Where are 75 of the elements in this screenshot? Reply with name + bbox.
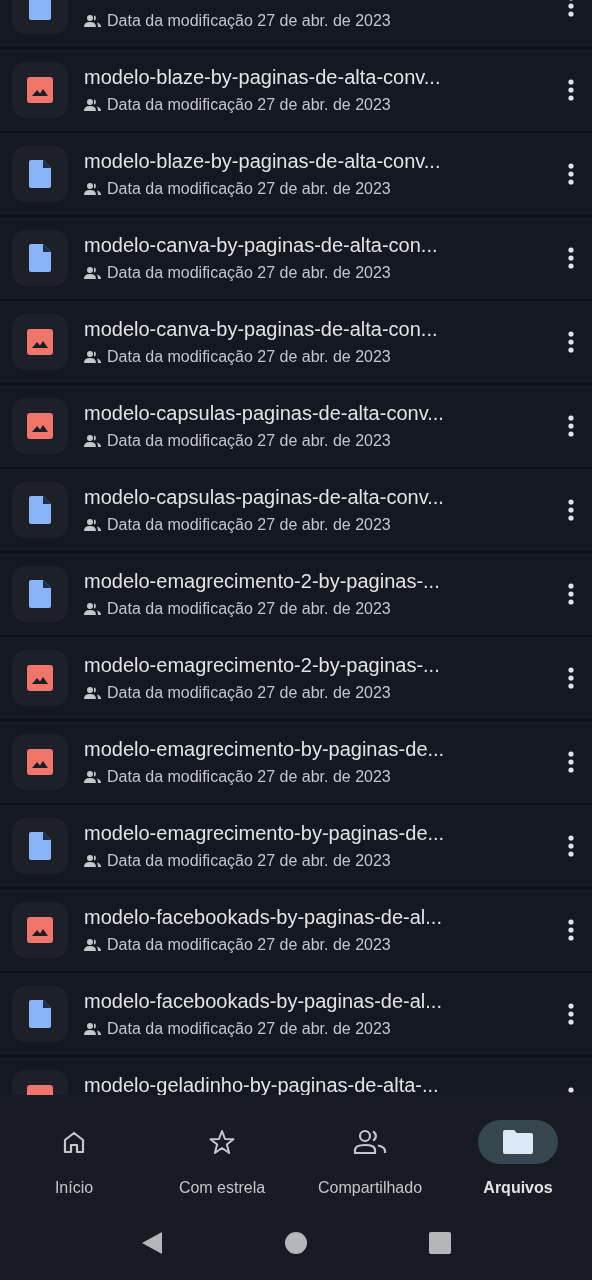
modified-date: Data da modificação 27 de abr. de 2023 [107, 263, 391, 283]
shared-icon [84, 519, 101, 531]
file-name: modelo-capsulas-paginas-de-alta-conv... [84, 401, 445, 425]
back-icon[interactable] [141, 1230, 163, 1255]
modified-date: Data da modificação 27 de abr. de 2023 [107, 179, 391, 199]
more-options-icon[interactable] [568, 1003, 574, 1025]
folder-icon [503, 1130, 533, 1154]
home-button-icon[interactable] [285, 1231, 307, 1254]
document-file-icon [29, 160, 51, 188]
shared-icon [84, 855, 101, 867]
more-options-icon[interactable] [568, 247, 574, 269]
file-name: modelo-canva-by-paginas-de-alta-con... [84, 233, 439, 257]
image-file-icon [27, 665, 53, 691]
nav-tab[interactable]: Compartilhado [296, 1120, 444, 1200]
more-options-icon[interactable] [568, 919, 574, 941]
more-options-icon[interactable] [568, 0, 574, 17]
document-file-icon [29, 244, 51, 272]
modified-date: Data da modificação 27 de abr. de 2023 [107, 599, 391, 619]
more-options-icon[interactable] [568, 415, 574, 437]
document-file-icon [29, 832, 51, 860]
shared-icon [84, 183, 101, 195]
modified-date: Data da modificação 27 de abr. de 2023 [107, 935, 391, 955]
more-options-icon[interactable] [568, 163, 574, 185]
document-file-icon [29, 580, 51, 608]
document-file-icon [29, 1000, 51, 1028]
recents-icon[interactable] [429, 1231, 451, 1254]
more-options-icon[interactable] [568, 583, 574, 605]
image-file-icon [27, 77, 53, 103]
modified-date: Data da modificação 27 de abr. de 2023 [107, 1019, 391, 1039]
modified-date: Data da modificação 27 de abr. de 2023 [107, 683, 391, 703]
nav-tab[interactable]: Arquivos [444, 1120, 592, 1200]
home-icon [61, 1129, 87, 1155]
modified-date: Data da modificação 27 de abr. de 2023 [107, 95, 391, 115]
image-file-icon [27, 749, 53, 775]
shared-icon [84, 771, 101, 783]
more-options-icon[interactable] [568, 499, 574, 521]
more-options-icon[interactable] [568, 79, 574, 101]
nav-tab[interactable]: Com estrela [148, 1120, 296, 1200]
shared-icon [84, 1023, 101, 1035]
image-file-icon [27, 413, 53, 439]
file-name: modelo-canva-by-paginas-de-alta-con... [84, 317, 439, 341]
more-options-icon[interactable] [568, 331, 574, 353]
shared-icon [84, 351, 101, 363]
more-options-icon[interactable] [568, 667, 574, 689]
modified-date: Data da modificação 27 de abr. de 2023 [107, 515, 391, 535]
modified-date: Data da modificação 27 de abr. de 2023 [107, 11, 391, 31]
shared-icon [84, 603, 101, 615]
star-icon [208, 1128, 236, 1156]
file-name: modelo-blaze-by-paginas-de-alta-conv... [84, 65, 442, 89]
shared-icon [84, 435, 101, 447]
file-name: modelo-emagrecimento-2-by-paginas-... [84, 653, 441, 677]
file-name: modelo-emagrecimento-by-paginas-de... [84, 737, 446, 761]
document-file-icon [29, 496, 51, 524]
shared-icon [84, 99, 101, 111]
more-options-icon[interactable] [568, 835, 574, 857]
modified-date: Data da modificação 27 de abr. de 2023 [107, 851, 391, 871]
file-name: modelo-emagrecimento-by-paginas-de... [84, 821, 446, 845]
shared-icon [84, 687, 101, 699]
file-name: modelo-facebookads-by-paginas-de-al... [84, 905, 443, 929]
more-options-icon[interactable] [568, 751, 574, 773]
shared-icon [84, 939, 101, 951]
document-file-icon [29, 0, 51, 20]
file-name: modelo-facebookads-by-paginas-de-al... [84, 989, 443, 1013]
file-name: modelo-emagrecimento-2-by-paginas-... [84, 569, 441, 593]
nav-tab[interactable]: Início [0, 1120, 148, 1200]
file-name: modelo-capsulas-paginas-de-alta-conv... [84, 485, 445, 509]
modified-date: Data da modificação 27 de abr. de 2023 [107, 431, 391, 451]
shared-icon [84, 15, 101, 27]
file-name: modelo-blaze-by-paginas-de-alta-conv... [84, 149, 442, 173]
people-icon [353, 1129, 387, 1155]
image-file-icon [27, 917, 53, 943]
image-file-icon [27, 329, 53, 355]
modified-date: Data da modificação 27 de abr. de 2023 [107, 767, 391, 787]
shared-icon [84, 267, 101, 279]
modified-date: Data da modificação 27 de abr. de 2023 [107, 347, 391, 367]
